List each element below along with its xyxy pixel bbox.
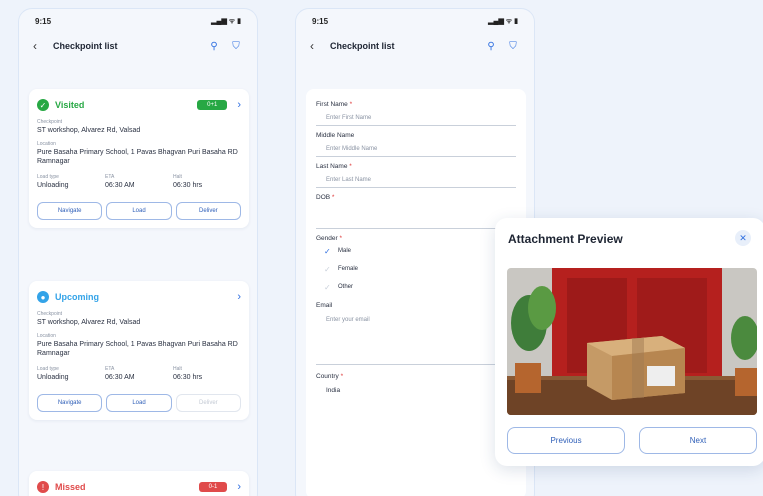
status-bar: 9:15 ▂▄▆ ᯤ ▮ [296, 9, 534, 33]
filter-icon[interactable]: ⛉ [229, 41, 243, 52]
navigate-button[interactable]: Navigate [37, 394, 103, 412]
app-bar: ‹ Checkpoint list ⚲ ⛉ [296, 33, 534, 59]
check-icon: ✓ [37, 99, 49, 111]
attachment-preview-modal: Attachment Preview ✕ Previous Next [495, 218, 763, 466]
signal-icon: ▂▄▆ ᯤ ▮ [488, 17, 518, 25]
load-type-value: Unloading [37, 182, 69, 189]
halt-value: 06:30 hrs [173, 374, 203, 381]
last-name-field[interactable]: Enter Last Name [316, 170, 516, 188]
page-title: Checkpoint list [53, 41, 118, 51]
eta-label: ETA [105, 366, 115, 372]
gender-label-text: Gender [316, 235, 338, 242]
gender-label: Gender * [316, 235, 516, 242]
signal-icon: ▂▄▆ ᯤ ▮ [211, 17, 241, 25]
checkpoint-list-screen: 9:15 ▂▄▆ ᯤ ▮ ‹ Checkpoint list ⚲ ⛉ ✓ Vis… [18, 8, 258, 496]
status-time: 9:15 [312, 16, 329, 26]
page-title: Checkpoint list [330, 41, 395, 51]
search-icon[interactable]: ⚲ [484, 41, 498, 52]
load-type-label: Load type [37, 174, 59, 180]
gender-option-label: Female [338, 266, 359, 272]
filter-icon[interactable]: ⛉ [506, 41, 520, 52]
required-mark: * [339, 235, 343, 242]
next-button[interactable]: Next [639, 427, 757, 454]
navigate-button[interactable]: Navigate [37, 202, 103, 220]
last-name-label-text: Last Name [316, 163, 348, 170]
previous-button[interactable]: Previous [507, 427, 625, 454]
first-name-field[interactable]: Enter First Name [316, 108, 516, 126]
middle-name-field[interactable]: Enter Middle Name [316, 139, 516, 157]
alert-icon: ! [37, 481, 49, 493]
load-type-label: Load type [37, 366, 59, 372]
check-icon: ✓ [324, 246, 331, 256]
checkpoint-value: ST workshop, Alvarez Rd, Valsad [37, 319, 141, 326]
status-label: Missed [55, 482, 86, 492]
country-select[interactable]: India ⌄ [316, 380, 516, 400]
status-bar: 9:15 ▂▄▆ ᯤ ▮ [19, 9, 257, 33]
gender-option-label: Male [338, 248, 352, 254]
required-mark: * [349, 101, 353, 108]
status-label: Upcoming [55, 292, 99, 302]
halt-label: Halt [173, 174, 182, 180]
load-button[interactable]: Load [106, 202, 172, 220]
attachment-image [507, 268, 757, 415]
dob-field[interactable] [316, 201, 516, 229]
close-icon[interactable]: ✕ [735, 230, 751, 246]
email-label: Email [316, 302, 333, 309]
modal-title: Attachment Preview [508, 232, 623, 246]
last-name-label: Last Name * [316, 163, 516, 170]
clock-icon: ● [37, 291, 49, 303]
eta-value: 06:30 AM [105, 182, 135, 189]
checkpoint-card-upcoming[interactable]: ● Upcoming › Checkpoint ST workshop, Alv… [29, 281, 249, 420]
parcel-photo [507, 268, 757, 415]
chevron-right-icon[interactable]: › [237, 481, 241, 493]
deliver-button: Deliver [175, 394, 241, 412]
required-mark: * [349, 163, 352, 170]
first-name-label: First Name * [316, 101, 516, 108]
check-icon: ✓ [324, 264, 331, 274]
status-label: Visited [55, 100, 85, 110]
location-value: Pure Basaha Primary School, 1 Pavas Bhag… [37, 149, 238, 165]
eta-label: ETA [105, 174, 115, 180]
halt-value: 06:30 hrs [173, 182, 203, 189]
location-label: Location [37, 141, 56, 147]
country-label-text: Country [316, 373, 339, 380]
status-badge: 0+1 [197, 100, 228, 110]
app-bar: ‹ Checkpoint list ⚲ ⛉ [19, 33, 257, 59]
back-arrow-icon[interactable]: ‹ [33, 39, 45, 53]
checkpoint-label: Checkpoint [37, 311, 63, 317]
load-type-value: Unloading [37, 374, 69, 381]
gender-option-other[interactable]: ✓ Other [316, 278, 516, 296]
first-name-label-text: First Name [316, 101, 348, 108]
country-value: India [326, 386, 341, 394]
checkpoint-label: Checkpoint [37, 119, 63, 125]
halt-label: Halt [173, 366, 182, 372]
middle-name-label: Middle Name [316, 132, 355, 139]
checkpoint-card-visited[interactable]: ✓ Visited 0+1 › Checkpoint ST workshop, … [29, 89, 249, 228]
email-field[interactable]: Enter your email [316, 309, 516, 365]
gender-option-male[interactable]: ✓ Male [316, 242, 516, 260]
location-label: Location [37, 333, 56, 339]
check-icon: ✓ [324, 282, 331, 292]
details-form: First Name * Enter First Name Middle Nam… [306, 89, 526, 496]
search-icon[interactable]: ⚲ [207, 41, 221, 52]
country-label: Country * [316, 373, 516, 380]
checkpoint-value: ST workshop, Alvarez Rd, Valsad [37, 127, 141, 134]
checkpoint-card-missed[interactable]: ! Missed 0-1 › [29, 471, 249, 496]
location-value: Pure Basaha Primary School, 1 Pavas Bhag… [37, 341, 238, 357]
status-badge: 0-1 [198, 482, 228, 492]
load-button[interactable]: Load [106, 394, 172, 412]
required-mark: * [331, 194, 335, 201]
required-mark: * [340, 373, 344, 380]
gender-option-label: Other [338, 284, 354, 290]
gender-option-female[interactable]: ✓ Female [316, 260, 516, 278]
dob-label: DOB * [316, 194, 516, 201]
chevron-right-icon[interactable]: › [237, 291, 241, 303]
status-time: 9:15 [35, 16, 52, 26]
back-arrow-icon[interactable]: ‹ [310, 39, 322, 53]
dob-label-text: DOB [316, 194, 331, 201]
deliver-button[interactable]: Deliver [175, 202, 241, 220]
eta-value: 06:30 AM [105, 374, 135, 381]
chevron-right-icon[interactable]: › [237, 99, 241, 111]
